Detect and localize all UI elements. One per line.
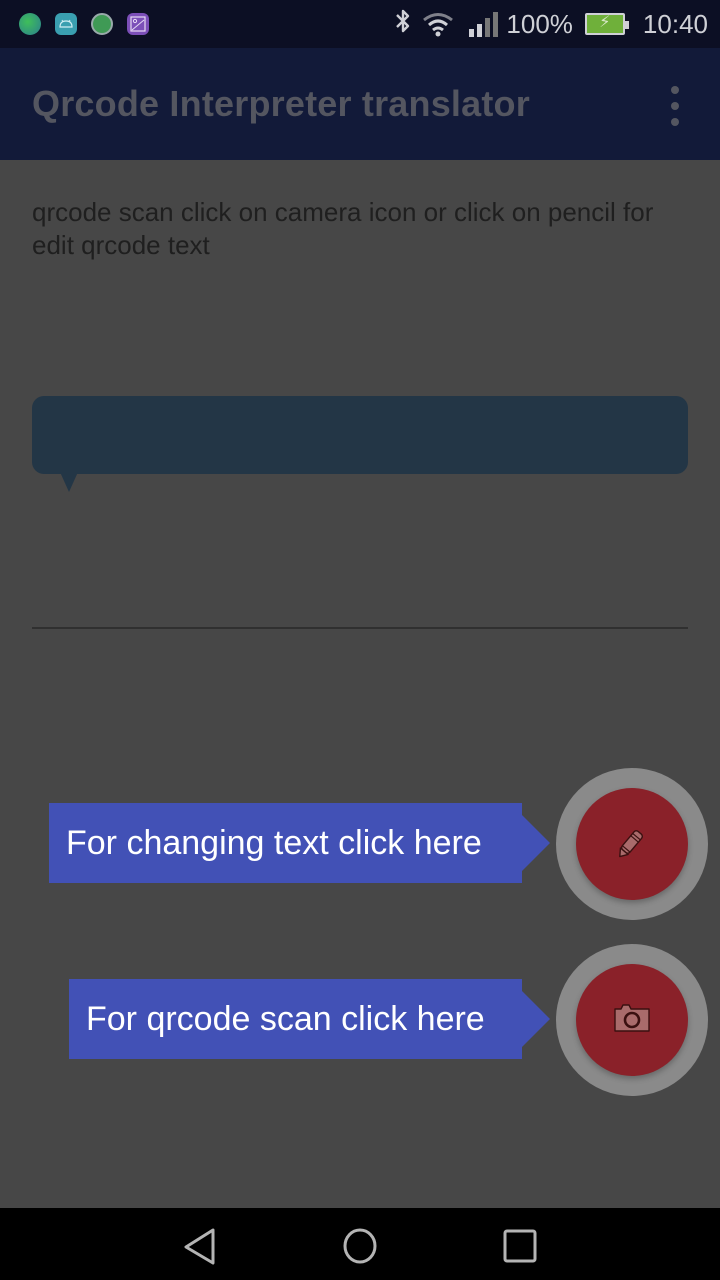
status-bar: 100% ⚡ 10:40 — [0, 0, 720, 48]
navigation-bar — [0, 1208, 720, 1280]
camera-icon — [612, 1001, 652, 1040]
battery-percent: 100% — [506, 8, 573, 39]
edit-tooltip: For changing text click here — [49, 803, 550, 883]
recents-icon[interactable] — [500, 1226, 540, 1266]
app-globe-icon — [19, 13, 41, 35]
pencil-icon — [612, 822, 652, 867]
battery-charging-icon: ⚡ — [584, 13, 629, 35]
divider — [32, 627, 688, 629]
android-icon — [55, 13, 77, 35]
scan-tooltip: For qrcode scan click here — [69, 979, 550, 1059]
home-icon[interactable] — [340, 1226, 380, 1266]
notification-icons — [19, 13, 149, 35]
hint-text: qrcode scan click on camera icon or clic… — [32, 197, 654, 260]
status-time: 10:40 — [642, 8, 708, 39]
app-title: Qrcode Interpreter translator — [32, 83, 530, 124]
bluetooth-icon — [393, 7, 413, 42]
scan-button[interactable] — [576, 964, 688, 1076]
app-bar: Qrcode Interpreter translator — [0, 48, 720, 160]
whatsapp-icon — [91, 13, 113, 35]
wifi-icon — [421, 11, 455, 37]
status-indicators: 100% ⚡ 10:40 — [393, 0, 708, 48]
scan-tooltip-text: For qrcode scan click here — [86, 999, 485, 1038]
more-vert-icon[interactable] — [660, 86, 690, 126]
edit-tooltip-text: For changing text click here — [66, 823, 482, 862]
edit-button[interactable] — [576, 788, 688, 900]
qrcode-text-bubble — [32, 396, 688, 474]
edit-fab-highlight — [556, 768, 708, 920]
back-icon[interactable] — [180, 1226, 220, 1266]
signal-icon — [469, 11, 499, 37]
screen: 100% ⚡ 10:40 Qrcode Interpreter translat… — [0, 0, 720, 1280]
gallery-icon — [127, 13, 149, 35]
bubble-tail — [60, 472, 78, 492]
scan-fab-highlight — [556, 944, 708, 1096]
